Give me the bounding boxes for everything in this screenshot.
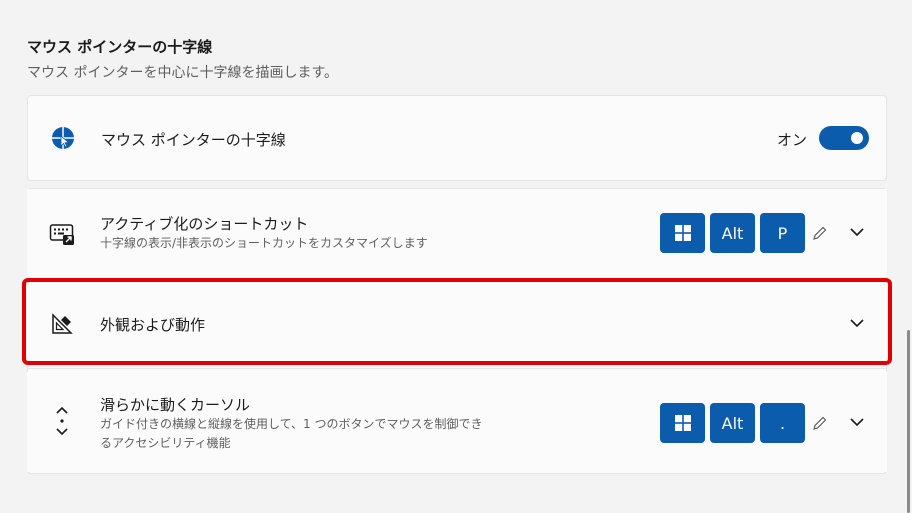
vertical-scrollbar[interactable] xyxy=(907,330,910,513)
shortcut-description: 十字線の表示/非表示のショートカットをカスタマイズします xyxy=(100,236,428,250)
appearance-title: 外観および動作 xyxy=(100,316,206,334)
windows-logo-icon xyxy=(674,415,691,431)
alt-key-badge: Alt xyxy=(710,403,755,443)
gliding-cursor-row[interactable]: 滑らかに動くカーソル ガイド付きの横線と縦線を使用して、1 つのボタンでマウスを… xyxy=(27,372,887,472)
chevron-down-icon[interactable] xyxy=(846,411,868,433)
appearance-ruler-icon xyxy=(49,311,75,337)
period-key-badge: . xyxy=(760,403,805,443)
shortcut-title: アクティブ化のショートカット xyxy=(100,215,309,233)
section-title: マウス ポインターの十字線 xyxy=(27,38,213,56)
crosshair-pointer-icon xyxy=(50,125,76,151)
divider xyxy=(27,368,887,369)
edit-shortcut-pencil-icon[interactable] xyxy=(810,223,830,243)
crosshair-toggle-card: マウス ポインターの十字線 オン xyxy=(27,95,887,181)
gliding-cursor-icon xyxy=(49,406,75,436)
gliding-cursor-description-line1: ガイド付きの横線と縦線を使用して、1 つのボタンでマウスを制御でき xyxy=(100,417,483,431)
edit-shortcut-pencil-icon[interactable] xyxy=(810,413,830,433)
settings-page: マウス ポインターの十字線 マウス ポインターを中心に十字線を描画します。 マウ… xyxy=(0,0,912,513)
gliding-shortcut-keys: Alt . xyxy=(660,403,810,443)
gliding-cursor-description-line2: るアクセシビリティ機能 xyxy=(100,436,231,450)
windows-key-badge xyxy=(660,213,705,253)
crosshair-title: マウス ポインターの十字線 xyxy=(101,131,286,149)
toggle-state-label: オン xyxy=(777,131,808,149)
toggle-knob xyxy=(851,132,863,144)
chevron-down-icon[interactable] xyxy=(846,221,868,243)
windows-key-badge xyxy=(660,403,705,443)
appearance-row[interactable]: 外観および動作 xyxy=(27,283,887,363)
section-description: マウス ポインターを中心に十字線を描画します。 xyxy=(27,65,339,81)
keyboard-shortcut-icon xyxy=(49,221,75,247)
crosshair-toggle-switch[interactable] xyxy=(819,126,869,150)
shortcut-row[interactable]: アクティブ化のショートカット 十字線の表示/非表示のショートカットをカスタマイズ… xyxy=(27,189,887,277)
gliding-cursor-title: 滑らかに動くカーソル xyxy=(100,396,251,414)
chevron-down-icon[interactable] xyxy=(846,312,868,334)
windows-logo-icon xyxy=(674,225,691,241)
p-key-badge: P xyxy=(760,213,805,253)
shortcut-keys: Alt P xyxy=(660,213,810,253)
alt-key-badge: Alt xyxy=(710,213,755,253)
